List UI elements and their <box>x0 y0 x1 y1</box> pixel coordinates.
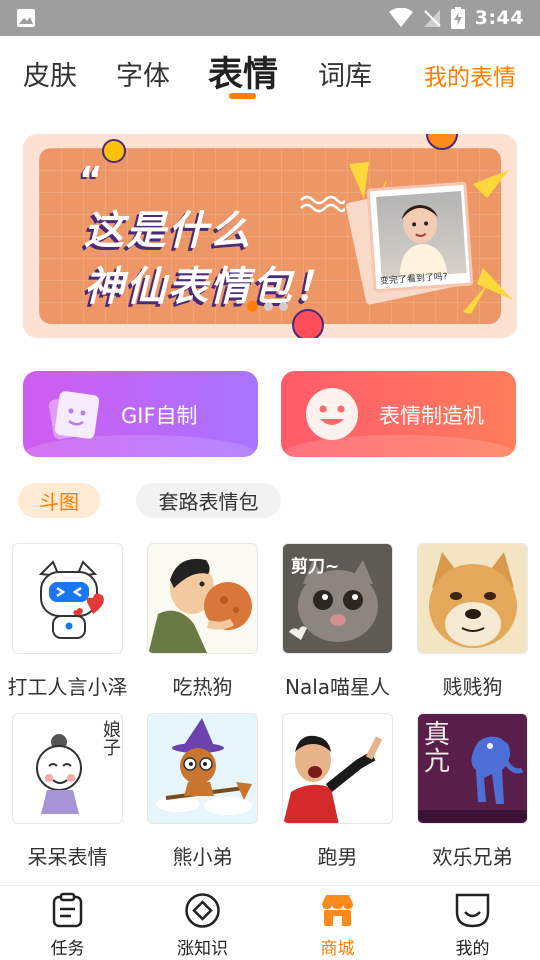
nav-tasks[interactable]: 任务 <box>0 886 135 960</box>
banner-headline-2: 神仙表情包！ <box>84 264 336 310</box>
clipboard-icon <box>52 892 83 928</box>
status-time: 3:44 <box>474 7 524 29</box>
man-eating-icon <box>147 543 258 654</box>
sticker-pack-item[interactable]: 熊小弟 <box>135 713 270 883</box>
nav-mine-label: 我的 <box>455 939 490 959</box>
nav-store-label: 商城 <box>320 939 355 959</box>
smile-icon <box>455 893 490 928</box>
top-tab-bar: 皮肤 字体 表情 词库 我的表情 <box>0 36 540 110</box>
sticker-pack-item[interactable]: 剪刀~ Nala喵星人 <box>270 543 405 713</box>
sticker-pack-name: 跑男 <box>317 845 358 869</box>
sticker-pack-name: 贱贱狗 <box>442 675 503 699</box>
pagination-dot[interactable] <box>264 302 273 311</box>
cat-sticker-icon: 剪刀~ <box>282 543 393 654</box>
sticker-pack-name: Nala喵星人 <box>284 675 391 699</box>
pagination-dot-active[interactable] <box>247 301 258 312</box>
cartoon-face-icon: 娘子 <box>12 713 123 824</box>
status-bar: 3:44 <box>0 0 540 36</box>
sticker-pack-item[interactable]: 贱贱狗 <box>405 543 540 713</box>
orange-circle-icon <box>426 134 458 150</box>
sticker-pack-name: 呆呆表情 <box>27 845 108 869</box>
app-screen: 3:44 皮肤 字体 表情 词库 我的表情 “ 这是什么 神仙表情包！ 变完了看… <box>0 0 540 960</box>
cat-overlay-text: 剪刀~ <box>291 557 340 577</box>
store-icon <box>322 895 353 926</box>
signal-off-icon <box>423 10 441 27</box>
sticker-pack-name: 吃热狗 <box>172 675 233 699</box>
burst-rays-icon <box>463 170 513 314</box>
sticker-pack-name: 熊小弟 <box>172 845 233 869</box>
nav-mine[interactable]: 我的 <box>405 886 540 960</box>
emoji-maker-button[interactable]: 表情制造机 <box>281 371 516 457</box>
gif-face-icon <box>48 391 100 440</box>
wifi-icon <box>388 8 413 27</box>
bear-witch-icon <box>147 713 258 824</box>
category-chip-taolu[interactable]: 套路表情包 <box>136 483 281 518</box>
banner-pagination <box>247 301 288 312</box>
sticker-pack-item[interactable]: 娘子 呆呆表情 <box>0 713 135 883</box>
nav-knowledge[interactable]: 涨知识 <box>135 886 270 960</box>
sticker-pack-item[interactable]: 真亢 欢乐兄弟 <box>405 713 540 883</box>
bottom-navigation: 任务 涨知识 商城 我的 <box>0 885 540 960</box>
category-chip-doutu[interactable]: 斗图 <box>18 483 100 518</box>
banner-headline-1: 这是什么 <box>84 208 252 254</box>
nav-tasks-label: 任务 <box>50 939 85 959</box>
gif-maker-button[interactable]: GIF自制 <box>23 371 258 457</box>
sticker-pack-item[interactable]: 跑男 <box>270 713 405 883</box>
smiley-maker-icon <box>306 388 358 440</box>
toddler-photo-icon <box>376 191 467 279</box>
nav-store[interactable]: 商城 <box>270 886 405 960</box>
my-emoji-link[interactable]: 我的表情 <box>424 58 516 92</box>
sticker-pack-name: 打工人言小泽 <box>7 675 128 699</box>
tab-emoji[interactable]: 表情 <box>208 46 278 97</box>
battery-charging-icon <box>450 7 465 29</box>
gif-maker-label: GIF自制 <box>121 404 198 428</box>
banner-quote-mark: “ <box>79 160 103 201</box>
gallery-icon <box>17 9 35 27</box>
nav-knowledge-label: 涨知识 <box>177 939 228 959</box>
sticker-pack-item[interactable]: 吃热狗 <box>135 543 270 713</box>
tab-skin[interactable]: 皮肤 <box>23 54 77 93</box>
cartoon-overlay-text: 娘子 <box>100 720 121 756</box>
banner-photo: 变完了看到了吗? <box>366 181 474 293</box>
sticker-pack-name: 欢乐兄弟 <box>432 845 513 869</box>
tab-lexicon[interactable]: 词库 <box>318 54 372 93</box>
doge-icon <box>417 543 528 654</box>
blue-creature-icon: 真亢 <box>417 713 528 824</box>
pagination-dot[interactable] <box>279 302 288 311</box>
yellow-circle-icon <box>102 139 126 163</box>
active-tab-indicator <box>229 93 256 99</box>
sticker-pack-item[interactable]: 打工人言小泽 <box>0 543 135 713</box>
tab-font[interactable]: 字体 <box>116 54 170 93</box>
creature-overlay-text: 真亢 <box>424 720 451 778</box>
robot-sticker-icon <box>12 543 123 654</box>
man-shouting-icon <box>282 713 393 824</box>
emoji-maker-label: 表情制造机 <box>379 404 484 428</box>
compass-icon <box>185 893 220 928</box>
red-circle-icon <box>292 309 324 338</box>
